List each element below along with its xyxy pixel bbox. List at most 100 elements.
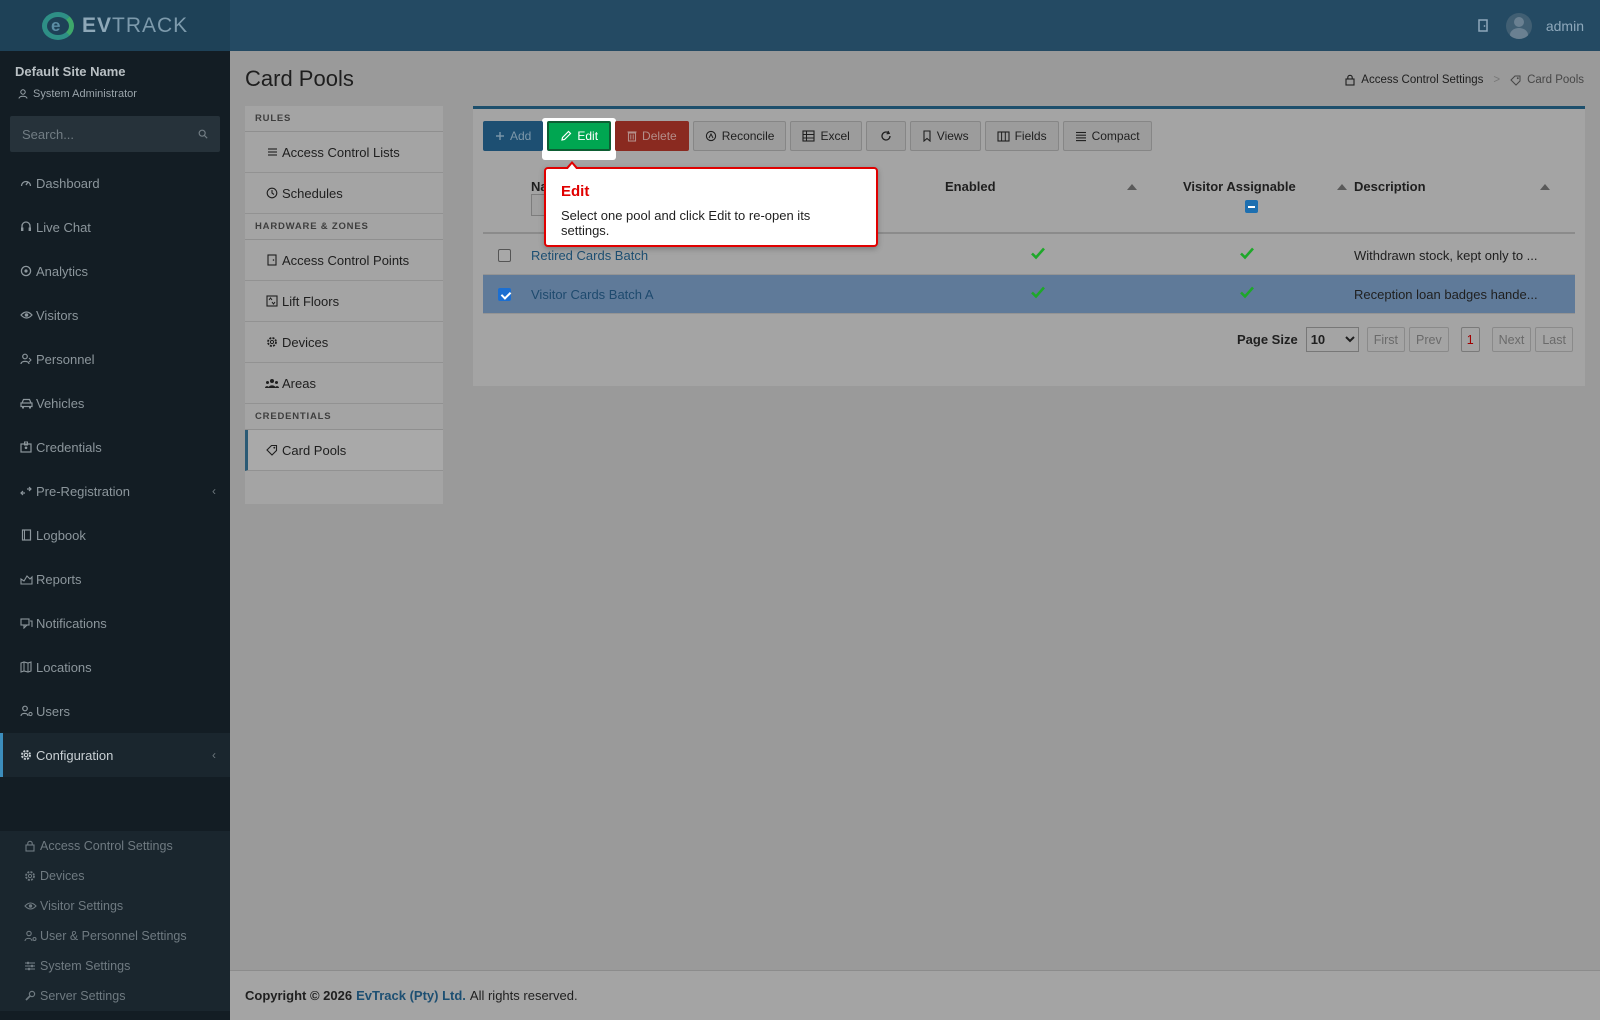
delete-button[interactable]: Delete (615, 121, 689, 151)
lock-icon (23, 839, 37, 853)
page-title: Card Pools (245, 66, 354, 91)
settings-menu: RULES Access Control Lists Schedules HAR… (245, 106, 443, 504)
logo-mark-icon: e (40, 10, 80, 42)
pool-name-link[interactable]: Visitor Cards Batch A (531, 287, 654, 302)
sidebar-item-vehicles[interactable]: Vehicles (0, 381, 230, 425)
list-icon (1075, 131, 1086, 141)
clock-icon (265, 186, 279, 200)
user-role: System Administrator (18, 88, 137, 100)
tag-icon (265, 443, 279, 457)
column-header-enabled[interactable]: Enabled (945, 179, 996, 194)
gear-icon (19, 748, 33, 762)
prev-page-button[interactable]: Prev (1409, 327, 1449, 352)
site-name: Default Site Name (15, 64, 126, 79)
settings-item-card-pools[interactable]: Card Pools (245, 430, 443, 471)
sidebar-item-logbook[interactable]: Logbook (0, 513, 230, 557)
edit-button[interactable]: Edit (547, 121, 612, 151)
last-page-button[interactable]: Last (1535, 327, 1573, 352)
main-nav: Dashboard Live Chat Analytics Visitors P… (0, 161, 230, 777)
fields-button[interactable]: Fields (984, 121, 1059, 151)
excel-button[interactable]: Excel (790, 121, 862, 151)
door-icon (265, 253, 279, 267)
footer: Copyright © 2026 EvTrack (Pty) Ltd. All … (230, 970, 1600, 1020)
pager-buttons: First Prev 1 Next Last (1366, 327, 1573, 352)
sidebar-item-live-chat[interactable]: Live Chat (0, 205, 230, 249)
subnav-item-system-settings[interactable]: System Settings (3, 951, 230, 981)
sidebar-item-visitors[interactable]: Visitors (0, 293, 230, 337)
page-size-select[interactable]: 10 (1305, 327, 1359, 352)
section-title: CREDENTIALS (245, 404, 443, 430)
current-page-button[interactable]: 1 (1460, 327, 1480, 352)
pool-description: Reception loan badges hande... (1354, 287, 1538, 302)
sidebar-item-analytics[interactable]: Analytics (0, 249, 230, 293)
footer-rights: All rights reserved. (469, 988, 578, 1003)
sliders-icon (23, 959, 37, 973)
check-icon (1240, 247, 1254, 260)
refresh-button[interactable] (865, 121, 906, 151)
column-header-visitor-assignable[interactable]: Visitor Assignable (1183, 179, 1296, 194)
settings-item-schedules[interactable]: Schedules (245, 173, 443, 214)
chevron-left-icon[interactable]: ‹ (212, 484, 216, 498)
door-icon[interactable] (1474, 17, 1492, 35)
settings-item-access-control-lists[interactable]: Access Control Lists (245, 132, 443, 173)
sidebar-item-configuration[interactable]: Configuration ‹ (0, 733, 230, 777)
top-bar: e EVTRACK admin (0, 0, 1600, 51)
sort-up-icon[interactable] (1337, 184, 1347, 190)
breadcrumb-separator: > (1493, 74, 1501, 86)
search-input[interactable] (22, 126, 198, 142)
breadcrumb: Access Control Settings > Card Pools (1345, 74, 1584, 86)
settings-item-devices[interactable]: Devices (245, 322, 443, 363)
sidebar-item-reports[interactable]: Reports (0, 557, 230, 601)
book-icon (19, 528, 33, 542)
add-button[interactable]: Add (483, 121, 544, 151)
cog-icon (23, 869, 37, 883)
subnav-item-server-settings[interactable]: Server Settings (3, 981, 230, 1011)
user-name[interactable]: admin (1546, 18, 1584, 34)
sidebar-item-notifications[interactable]: Notifications (0, 601, 230, 645)
table-row[interactable]: Visitor Cards Batch A Reception loan bad… (483, 275, 1575, 314)
settings-item-lift-floors[interactable]: Lift Floors (245, 281, 443, 322)
subnav-item-visitor-settings[interactable]: Visitor Settings (3, 891, 230, 921)
elevator-icon (265, 294, 279, 308)
sort-up-icon[interactable] (1127, 184, 1137, 190)
column-header-description[interactable]: Description (1354, 179, 1426, 194)
breadcrumb-parent[interactable]: Access Control Settings (1361, 74, 1483, 86)
sidebar-item-personnel[interactable]: Personnel (0, 337, 230, 381)
settings-item-areas[interactable]: Areas (245, 363, 443, 404)
chevron-left-icon[interactable]: ‹ (212, 748, 216, 762)
visitor-assignable-filter-checkbox[interactable] (1245, 200, 1258, 213)
tooltip-title: Edit (561, 183, 590, 200)
table-icon (802, 130, 815, 142)
arrows-icon (19, 484, 33, 498)
pool-description: Withdrawn stock, kept only to ... (1354, 248, 1538, 263)
subnav-item-devices[interactable]: Devices (3, 861, 230, 891)
grid-toolbar: Add Edit Delete Reconcile Excel Views Fi… (483, 121, 1152, 151)
row-checkbox[interactable] (498, 249, 511, 262)
check-icon (1240, 286, 1254, 299)
row-checkbox[interactable] (498, 288, 511, 301)
first-page-button[interactable]: First (1366, 327, 1405, 352)
next-page-button[interactable]: Next (1491, 327, 1532, 352)
sidebar-search (10, 116, 220, 152)
page-size-label: Page Size (1236, 332, 1298, 347)
sidebar-item-pre-registration[interactable]: Pre-Registration ‹ (0, 469, 230, 513)
subnav-item-access-control-settings[interactable]: Access Control Settings (3, 831, 230, 861)
compact-button[interactable]: Compact (1062, 121, 1152, 151)
subnav-item-user-personnel-settings[interactable]: User & Personnel Settings (3, 921, 230, 951)
sidebar-item-users[interactable]: Users (0, 689, 230, 733)
avatar-icon[interactable] (1505, 12, 1532, 39)
chart-icon (19, 572, 33, 586)
logo[interactable]: e EVTRACK (0, 0, 230, 51)
check-icon (1031, 247, 1045, 260)
settings-item-access-control-points[interactable]: Access Control Points (245, 240, 443, 281)
sort-up-icon[interactable] (1540, 184, 1550, 190)
pool-name-link[interactable]: Retired Cards Batch (531, 248, 648, 263)
reconcile-button[interactable]: Reconcile (692, 121, 787, 151)
search-icon[interactable] (198, 128, 208, 140)
views-button[interactable]: Views (909, 121, 981, 151)
trash-icon (627, 131, 637, 142)
footer-company-link[interactable]: EvTrack (Pty) Ltd. (356, 988, 466, 1003)
sidebar-item-dashboard[interactable]: Dashboard (0, 161, 230, 205)
sidebar-item-credentials[interactable]: Credentials (0, 425, 230, 469)
sidebar-item-locations[interactable]: Locations (0, 645, 230, 689)
